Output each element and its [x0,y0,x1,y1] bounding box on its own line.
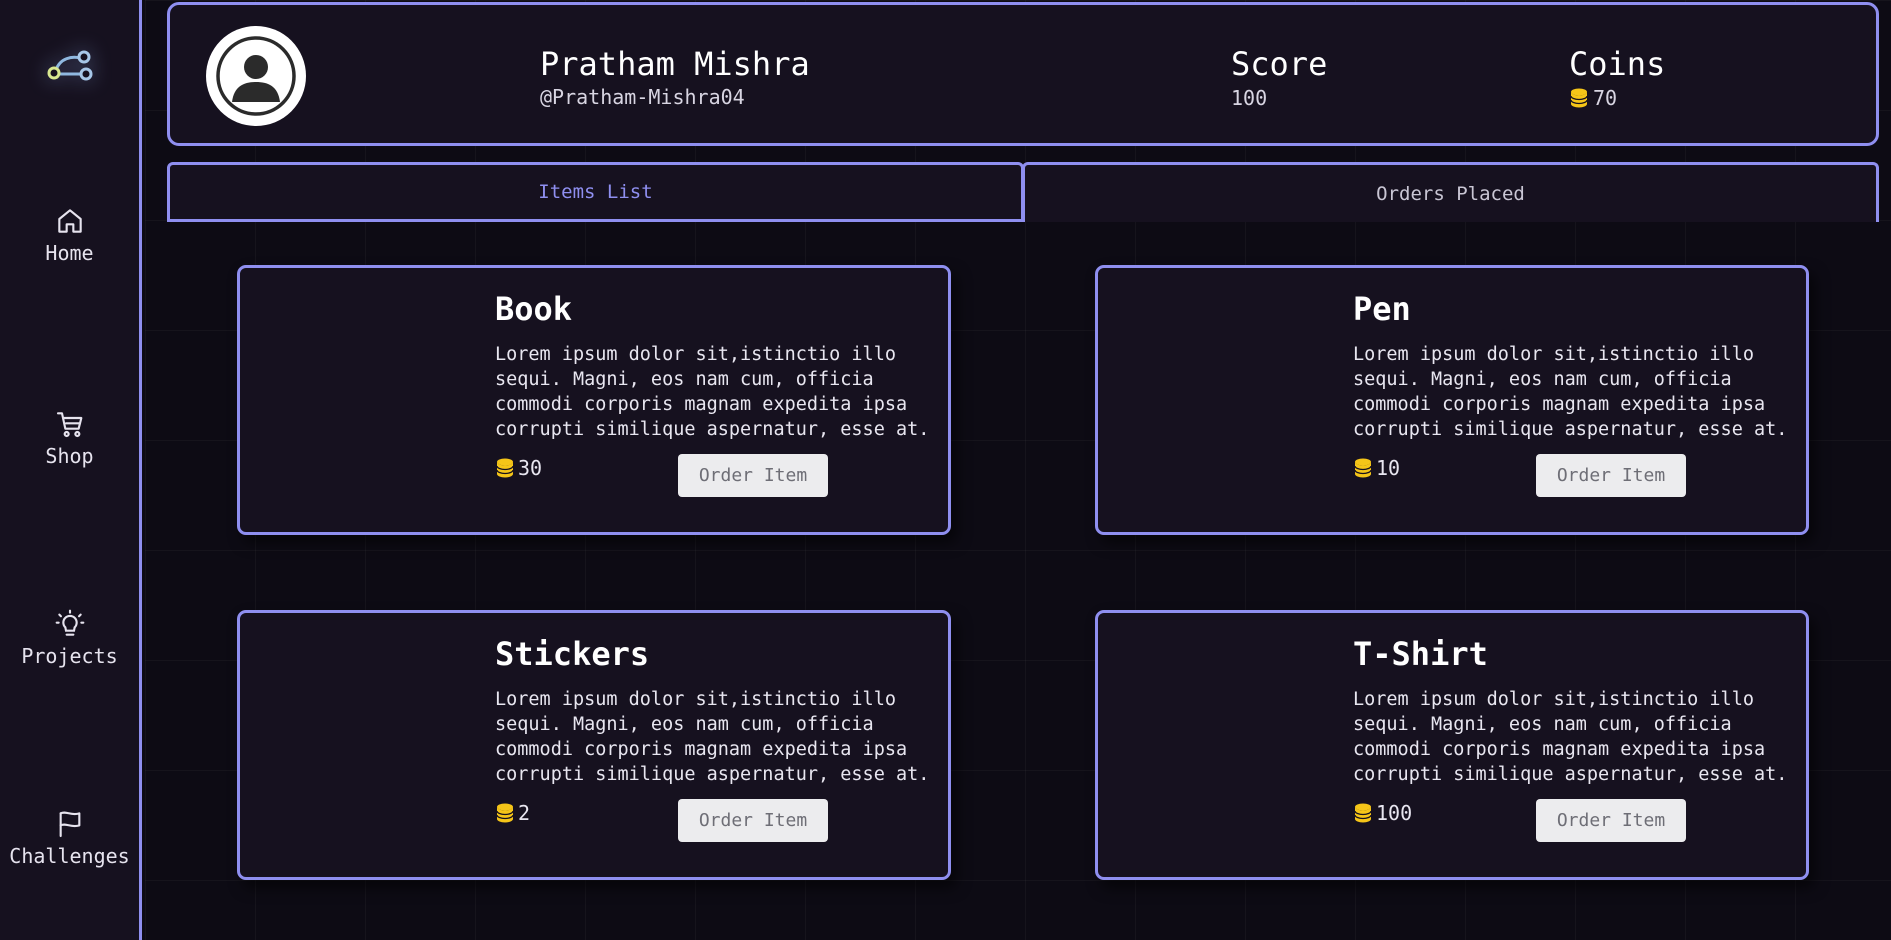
item-price-value: 100 [1376,801,1413,825]
profile-handle: @Pratham-Mishra04 [540,85,745,109]
item-description: Lorem ipsum dolor sit,istinctio illo seq… [1353,344,1788,440]
main-content: Pratham Mishra @Pratham-Mishra04 Score 1… [145,0,1891,940]
sidebar-item-label: Shop [45,444,94,468]
item-card-book: Book Lorem ipsum dolor sit,istinctio ill… [237,265,951,535]
flag-icon [59,811,80,838]
item-description: Lorem ipsum dolor sit,istinctio illo seq… [495,344,930,440]
order-item-button[interactable]: Order Item [678,799,828,842]
item-title: Book [495,290,573,328]
profile-name: Pratham Mishra [540,45,810,83]
score-label: Score [1231,45,1328,83]
cart-icon [56,412,82,438]
score-value-text: 100 [1231,86,1268,110]
item-price: 30 [495,456,542,480]
item-price-value: 2 [518,801,531,825]
sidebar-item-label: Home [45,241,94,265]
tab-bar: Items List Orders Placed [167,162,1879,222]
sidebar-item-shop[interactable]: Shop [0,408,139,468]
graph-nodes-logo[interactable] [40,40,100,90]
item-description: Lorem ipsum dolor sit,istinctio illo seq… [495,689,930,785]
item-price: 100 [1353,801,1412,825]
item-price-value: 10 [1376,456,1401,480]
item-description: Lorem ipsum dolor sit,istinctio illo seq… [1353,689,1788,785]
coin-stack-icon [496,458,514,478]
app: Home Shop Projects Challenges Pratham Mi… [0,0,1891,940]
sidebar-item-label: Projects [21,644,118,668]
sidebar-item-challenges[interactable]: Challenges [0,808,139,868]
order-item-button[interactable]: Order Item [678,454,828,497]
coins-value: 70 [1569,86,1617,110]
sidebar-item-projects[interactable]: Projects [0,608,139,668]
sidebar: Home Shop Projects Challenges [0,0,142,940]
item-card-tshirt: T-Shirt Lorem ipsum dolor sit,istinctio … [1095,610,1809,880]
sidebar-item-home[interactable]: Home [0,205,139,265]
item-price-value: 30 [518,456,543,480]
item-card-pen: Pen Lorem ipsum dolor sit,istinctio illo… [1095,265,1809,535]
coin-stack-icon [1354,458,1372,478]
sidebar-item-label: Challenges [9,844,130,868]
score-value: 100 [1231,86,1267,110]
order-item-button[interactable]: Order Item [1536,454,1686,497]
coin-stack-icon [1570,88,1588,108]
coin-stack-icon [1354,803,1372,823]
lightbulb-icon [55,609,84,636]
item-price: 10 [1353,456,1400,480]
order-item-button[interactable]: Order Item [1536,799,1686,842]
tab-orders-placed[interactable]: Orders Placed [1022,162,1879,222]
item-title: T-Shirt [1353,635,1488,673]
coin-stack-icon [496,803,514,823]
item-title: Pen [1353,290,1411,328]
home-icon [57,209,82,233]
coins-label: Coins [1569,45,1666,83]
profile-card: Pratham Mishra @Pratham-Mishra04 Score 1… [167,2,1879,146]
item-price: 2 [495,801,530,825]
user-icon [216,36,296,116]
avatar[interactable] [206,26,306,126]
coins-value-text: 70 [1593,86,1618,110]
item-title: Stickers [495,635,650,673]
tab-items-list[interactable]: Items List [167,162,1024,222]
item-card-stickers: Stickers Lorem ipsum dolor sit,istinctio… [237,610,951,880]
